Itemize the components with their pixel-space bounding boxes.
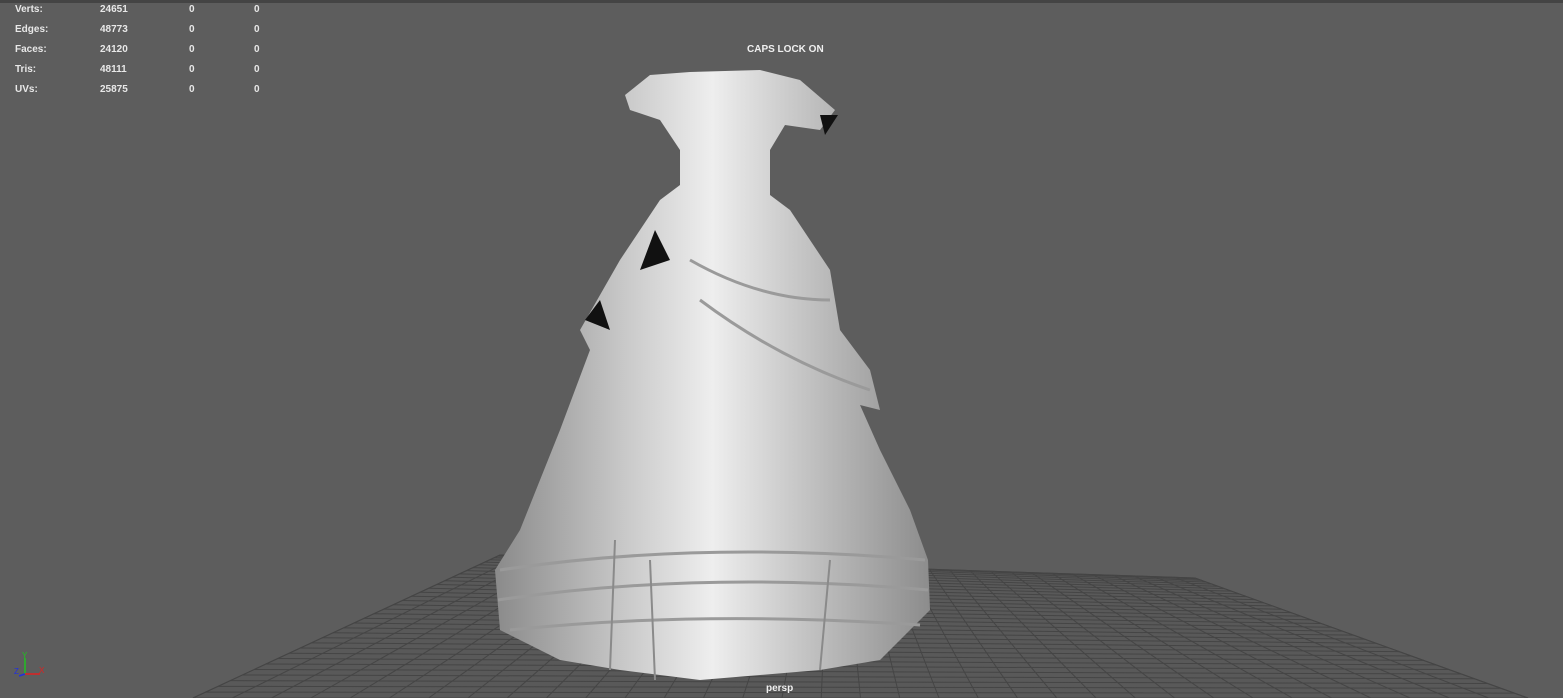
hud-value-selected: 0: [189, 4, 195, 15]
hud-value-selected: 0: [189, 64, 195, 75]
z-axis-label: Z: [14, 667, 19, 676]
x-axis-label: X: [39, 666, 45, 675]
poly-count-hud: Verts: 24651 0 0 Edges: 48773 0 0 Faces: 24120 0 0 T…: [15, 3, 275, 103]
hud-value-selected-alt: 0: [254, 24, 260, 35]
hud-value: 24651: [100, 4, 128, 15]
hud-value-selected-alt: 0: [254, 84, 260, 95]
hud-label: Faces:: [15, 44, 47, 55]
hud-label: Edges:: [15, 24, 49, 35]
dress-model[interactable]: [495, 70, 930, 681]
z-axis-line: [18, 673, 26, 677]
hud-label: Tris:: [15, 64, 37, 75]
hud-row: UVs: 25875 0 0: [15, 83, 275, 103]
hud-value: 24120: [100, 44, 128, 55]
hud-row: Tris: 48111 0 0: [15, 63, 275, 83]
hud-label: UVs:: [15, 84, 38, 95]
axis-gizmo: Y X Z: [14, 652, 45, 677]
hud-value-selected: 0: [189, 44, 195, 55]
hud-value-selected-alt: 0: [254, 44, 260, 55]
caps-lock-indicator: CAPS LOCK ON: [747, 44, 824, 55]
hud-row: Faces: 24120 0 0: [15, 43, 275, 63]
y-axis-label: Y: [22, 652, 28, 660]
hud-value-selected-alt: 0: [254, 4, 260, 15]
hud-value: 48111: [100, 64, 127, 75]
viewport-scene[interactable]: [0, 0, 1563, 698]
camera-name-label: persp: [766, 683, 794, 694]
hud-value-selected-alt: 0: [254, 64, 260, 75]
hud-value-selected: 0: [189, 84, 195, 95]
hud-row: Verts: 24651 0 0: [15, 3, 275, 23]
hud-row: Edges: 48773 0 0: [15, 23, 275, 43]
hud-value: 25875: [100, 84, 128, 95]
hud-value-selected: 0: [189, 24, 195, 35]
hud-value: 48773: [100, 24, 128, 35]
hud-label: Verts:: [15, 4, 43, 15]
